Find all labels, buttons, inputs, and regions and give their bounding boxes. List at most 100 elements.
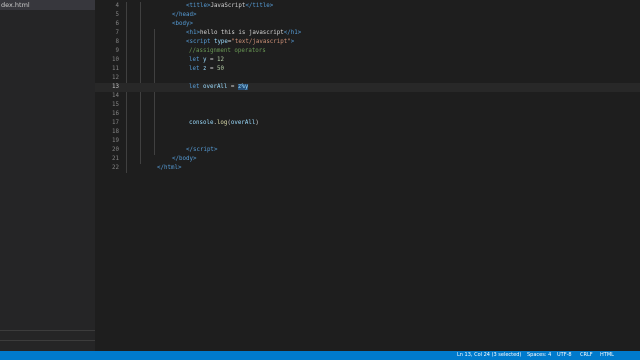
code-token: = [206, 57, 217, 63]
code-text[interactable]: </body> [172, 155, 196, 164]
code-line[interactable]: 12 [95, 74, 640, 83]
code-text[interactable]: <title>JavaScript</title> [186, 2, 273, 11]
code-line[interactable]: 5 </head> [95, 11, 640, 20]
code-token: script [189, 39, 211, 45]
code-token: type [213, 39, 228, 45]
code-line[interactable]: 15 [95, 101, 640, 110]
code-editor[interactable]: 4 <title>JavaScript</title> 5 </head> 6 <body… [95, 0, 640, 351]
code-text[interactable]: let overAll = z%y [189, 83, 249, 92]
code-text[interactable]: let y = 12 [189, 56, 224, 65]
line-number: 4 [115, 3, 120, 9]
code-token: hello this is javascript [199, 30, 284, 36]
code-token: = [206, 66, 217, 72]
code-text[interactable]: </script> [186, 146, 217, 155]
code-token: let [189, 66, 200, 72]
code-token: </ [157, 165, 164, 171]
code-token: "text/javascript" [231, 39, 291, 45]
code-text[interactable]: console.log(overAll) [189, 119, 259, 128]
code-token: let [189, 84, 200, 90]
code-token: script [192, 147, 214, 153]
code-line[interactable]: 11 let z = 50 [95, 65, 640, 74]
code-token: > [290, 39, 295, 45]
code-line[interactable]: 17 console.log(overAll) [95, 119, 640, 128]
line-number: 14 [112, 93, 119, 99]
line-number: 7 [115, 30, 120, 36]
line-number: 12 [112, 75, 119, 81]
code-token: overAll [202, 84, 228, 90]
line-number: 20 [112, 147, 119, 153]
code-token: body [178, 156, 193, 162]
line-number: 22 [112, 165, 119, 171]
code-line[interactable]: 10 let y = 12 [95, 56, 640, 65]
code-token: //assignment operators [189, 48, 266, 54]
code-line[interactable]: 18 [95, 128, 640, 137]
code-line[interactable]: 22 </html> [95, 164, 640, 173]
line-number: 13 [112, 84, 119, 90]
line-number: 6 [115, 21, 120, 27]
line-number: 11 [112, 66, 119, 72]
code-line[interactable]: 16 [95, 110, 640, 119]
encoding-status[interactable]: UTF-8 [557, 351, 572, 360]
code-token: > [297, 30, 302, 36]
panel-divider[interactable] [0, 340, 95, 341]
code-token: </ [172, 12, 179, 18]
code-text[interactable]: <body> [172, 20, 193, 29]
code-token: console [189, 120, 214, 126]
line-number: 15 [112, 102, 119, 108]
code-token: > [189, 21, 193, 27]
panel-divider[interactable] [0, 330, 95, 331]
language-mode-status[interactable]: HTML [600, 351, 614, 360]
code-text[interactable]: <script type="text/javascript"> [186, 38, 294, 47]
code-token: > [213, 147, 218, 153]
code-token: html [163, 165, 178, 171]
selected-text: z%y [237, 84, 249, 90]
code-token: 12 [216, 57, 224, 63]
code-line[interactable]: 4 <title>JavaScript</title> [95, 2, 640, 11]
line-number: 8 [115, 39, 120, 45]
code-token: title [189, 3, 207, 9]
code-token: = [227, 84, 238, 90]
code-token: </ [172, 156, 179, 162]
code-line[interactable]: 7 <h1>hello this is javascript</h1> [95, 29, 640, 38]
code-line[interactable]: 13 let overAll = z%y [95, 83, 640, 92]
code-line[interactable]: 8 <script type="text/javascript"> [95, 38, 640, 47]
code-line[interactable]: 21 </body> [95, 155, 640, 164]
line-ending-status[interactable]: CRLF [580, 351, 593, 360]
code-token: JavaScript [210, 3, 246, 9]
code-line[interactable]: 19 [95, 137, 640, 146]
explorer-sidebar: dex.html [0, 0, 95, 351]
code-token: head [178, 12, 193, 18]
code-token: > [192, 156, 197, 162]
code-token: log [216, 120, 228, 126]
cursor-position-status[interactable]: Ln 13, Col 24 (3 selected) [457, 351, 521, 360]
code-token: h1 [290, 30, 298, 36]
code-line[interactable]: 9 //assignment operators [95, 47, 640, 56]
code-text[interactable]: //assignment operators [189, 47, 266, 56]
line-number: 5 [115, 12, 120, 18]
code-token: </ [283, 30, 291, 36]
line-number: 9 [115, 48, 120, 54]
code-token: > [192, 12, 197, 18]
code-line[interactable]: 6 <body> [95, 20, 640, 29]
code-text[interactable]: let z = 50 [189, 65, 224, 74]
status-bar: Ln 13, Col 24 (3 selected) Spaces: 4 UTF… [0, 351, 640, 360]
line-number: 18 [112, 129, 119, 135]
code-token: let [189, 57, 200, 63]
code-line[interactable]: 14 [95, 92, 640, 101]
code-token: body [175, 21, 190, 27]
line-number: 17 [112, 120, 119, 126]
code-token: overAll [230, 120, 256, 126]
explorer-file-item[interactable]: dex.html [0, 0, 95, 10]
code-token: ) [255, 120, 259, 126]
code-text[interactable]: </head> [172, 11, 196, 20]
code-text[interactable]: <h1>hello this is javascript</h1> [186, 29, 301, 38]
code-text[interactable]: </html> [157, 164, 181, 173]
code-token: </ [186, 147, 193, 153]
code-token: 50 [216, 66, 224, 72]
code-line[interactable]: 20 </script> [95, 146, 640, 155]
code-token: title [252, 3, 270, 9]
code-token: > [177, 165, 182, 171]
indentation-status[interactable]: Spaces: 4 [527, 351, 551, 360]
line-number: 10 [112, 57, 119, 63]
code-token: > [269, 3, 274, 9]
